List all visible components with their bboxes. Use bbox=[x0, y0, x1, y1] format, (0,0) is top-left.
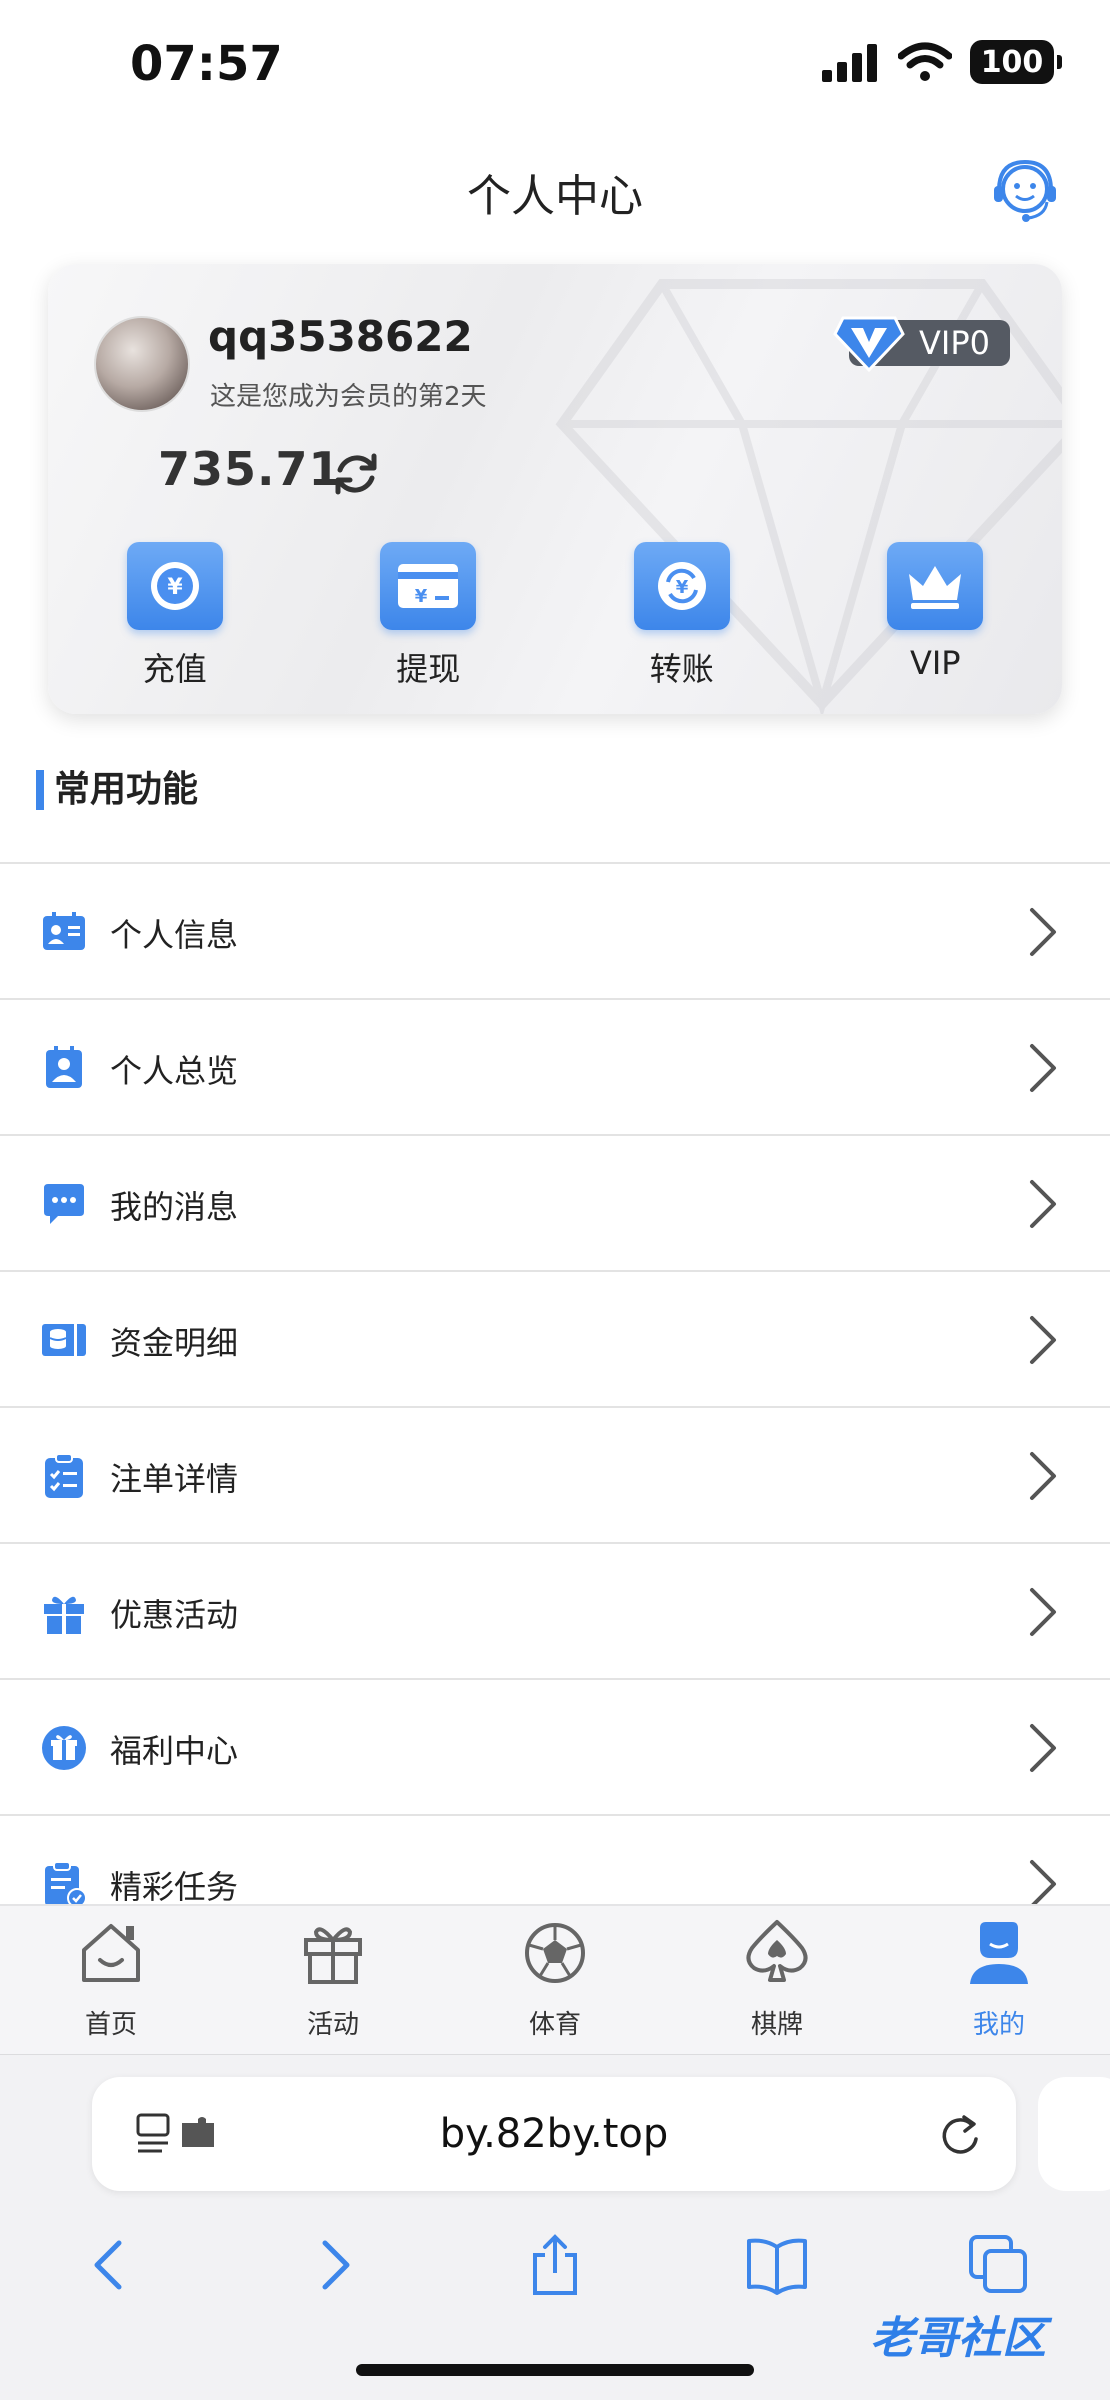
home-indicator bbox=[356, 2364, 754, 2376]
menu-item-label: 福利中心 bbox=[110, 1732, 239, 1770]
tab-label: 我的 bbox=[972, 2010, 1025, 2040]
svg-text:¥: ¥ bbox=[167, 575, 183, 600]
menu-item-label: 优惠活动 bbox=[110, 1596, 239, 1634]
member-days-text: 这是您成为会员的第2天 bbox=[210, 382, 487, 412]
recharge-button[interactable]: ¥ 充值 bbox=[48, 542, 302, 692]
share-icon[interactable] bbox=[523, 2233, 587, 2297]
id-card-icon bbox=[43, 912, 85, 950]
menu-item-bet-details[interactable]: 注单详情 bbox=[0, 1406, 1110, 1542]
chevron-right-icon bbox=[1030, 1316, 1056, 1364]
tab-mine[interactable]: 我的 bbox=[888, 1906, 1110, 2054]
svg-text:¥: ¥ bbox=[415, 586, 428, 607]
vip-diamond-icon bbox=[833, 316, 905, 373]
tabs-icon[interactable] bbox=[967, 2233, 1031, 2297]
section-title: 常用功能 bbox=[36, 770, 198, 810]
page-title: 个人中心 bbox=[467, 171, 643, 222]
chevron-right-icon bbox=[1030, 1452, 1056, 1500]
chevron-right-icon bbox=[1030, 1180, 1056, 1228]
tab-home[interactable]: 首页 bbox=[0, 1906, 222, 2054]
user-icon bbox=[970, 1922, 1028, 1984]
url-text: by.82by.top bbox=[439, 2111, 669, 2157]
battery-indicator: 100 bbox=[970, 40, 1062, 84]
clipboard-check-icon bbox=[45, 1453, 83, 1498]
chevron-right-icon bbox=[1030, 1044, 1056, 1092]
signal-icon bbox=[822, 44, 877, 82]
quick-actions: ¥ 充值 ¥ 提现 ¥ 转账 VIP bbox=[48, 542, 1062, 692]
user-badge-icon bbox=[46, 1046, 82, 1088]
username: qq3538622 bbox=[208, 312, 473, 361]
tab-label: 首页 bbox=[84, 2010, 137, 2040]
menu-item-label: 资金明细 bbox=[110, 1324, 239, 1362]
tab-cards[interactable]: 棋牌 bbox=[666, 1906, 888, 2054]
spade-icon bbox=[746, 1920, 808, 1982]
yen-coin-icon: ¥ bbox=[126, 542, 223, 630]
tab-label: 棋牌 bbox=[750, 2010, 803, 2040]
page-header: 个人中心 bbox=[0, 140, 1110, 240]
browser-nav bbox=[0, 2225, 1110, 2305]
gift-box-icon bbox=[304, 1927, 362, 1984]
card-yen-icon: ¥ bbox=[380, 542, 477, 630]
status-icons: 100 bbox=[822, 40, 1062, 84]
bookmarks-icon[interactable] bbox=[745, 2233, 809, 2297]
next-tab-preview[interactable] bbox=[1038, 2077, 1110, 2191]
chevron-right-icon bbox=[1030, 1588, 1056, 1636]
vip-label: VIP bbox=[909, 644, 961, 682]
menu-item-label: 个人总览 bbox=[110, 1052, 239, 1090]
customer-service-icon[interactable] bbox=[990, 156, 1060, 226]
status-bar: 07:57 100 bbox=[0, 0, 1110, 130]
svg-text:¥: ¥ bbox=[675, 577, 688, 598]
crown-icon bbox=[887, 542, 984, 630]
chevron-right-icon bbox=[1030, 908, 1056, 956]
menu-item-label: 我的消息 bbox=[110, 1188, 239, 1226]
transfer-icon: ¥ bbox=[633, 542, 730, 630]
tab-label: 活动 bbox=[306, 2010, 359, 2040]
chevron-right-icon bbox=[1030, 1724, 1056, 1772]
chevron-right-icon bbox=[1030, 1860, 1056, 1908]
tab-sports[interactable]: 体育 bbox=[444, 1906, 666, 2054]
menu-item-label: 个人信息 bbox=[110, 916, 239, 954]
menu-item-fund-details[interactable]: 资金明细 bbox=[0, 1270, 1110, 1406]
gift-circle-icon bbox=[42, 1726, 86, 1770]
withdraw-label: 提现 bbox=[396, 650, 461, 688]
menu-item-messages[interactable]: 我的消息 bbox=[0, 1134, 1110, 1270]
bottom-tab-bar: 首页 活动 体育 棋牌 我的 bbox=[0, 1904, 1110, 2054]
football-icon bbox=[525, 1923, 585, 1983]
balance-amount: 735.71 bbox=[158, 442, 342, 496]
vip-badge[interactable]: VIP0 bbox=[833, 316, 1010, 373]
transfer-button[interactable]: ¥ 转账 bbox=[555, 542, 809, 692]
profile-card: qq3538622 这是您成为会员的第2天 VIP0 735.71 ¥ 充值 ¥… bbox=[48, 264, 1062, 714]
menu-item-label: 精彩任务 bbox=[110, 1868, 239, 1906]
wifi-icon bbox=[898, 42, 952, 81]
menu-item-label: 注单详情 bbox=[110, 1460, 239, 1498]
avatar[interactable] bbox=[94, 316, 190, 412]
back-icon[interactable] bbox=[79, 2233, 143, 2297]
menu-item-overview[interactable]: 个人总览 bbox=[0, 998, 1110, 1134]
vip-button[interactable]: VIP bbox=[809, 542, 1063, 692]
chat-bubble-icon bbox=[44, 1184, 84, 1224]
task-clipboard-icon bbox=[45, 1861, 87, 1908]
menu-item-welfare-center[interactable]: 福利中心 bbox=[0, 1678, 1110, 1814]
refresh-icon[interactable] bbox=[330, 448, 382, 500]
home-icon bbox=[82, 1924, 140, 1982]
forward-icon[interactable] bbox=[301, 2233, 365, 2297]
money-ticket-icon bbox=[42, 1324, 86, 1356]
vip-level: VIP0 bbox=[919, 324, 990, 362]
reload-icon[interactable] bbox=[938, 2111, 982, 2157]
function-menu: 个人信息 个人总览 我的消息 资金明细 注单详情 优惠活动 福利中心 精彩任务 bbox=[0, 862, 1110, 1950]
gift-icon bbox=[44, 1596, 84, 1634]
menu-item-personal-info[interactable]: 个人信息 bbox=[0, 862, 1110, 998]
tab-label: 体育 bbox=[528, 2010, 581, 2040]
recharge-label: 充值 bbox=[142, 650, 207, 688]
transfer-label: 转账 bbox=[649, 650, 714, 688]
watermark-logo: 老哥社区 bbox=[870, 2313, 1046, 2364]
address-bar[interactable]: by.82by.top bbox=[92, 2077, 1016, 2191]
withdraw-button[interactable]: ¥ 提现 bbox=[302, 542, 556, 692]
status-time: 07:57 bbox=[130, 36, 283, 92]
menu-item-promotions[interactable]: 优惠活动 bbox=[0, 1542, 1110, 1678]
tab-activity[interactable]: 活动 bbox=[222, 1906, 444, 2054]
